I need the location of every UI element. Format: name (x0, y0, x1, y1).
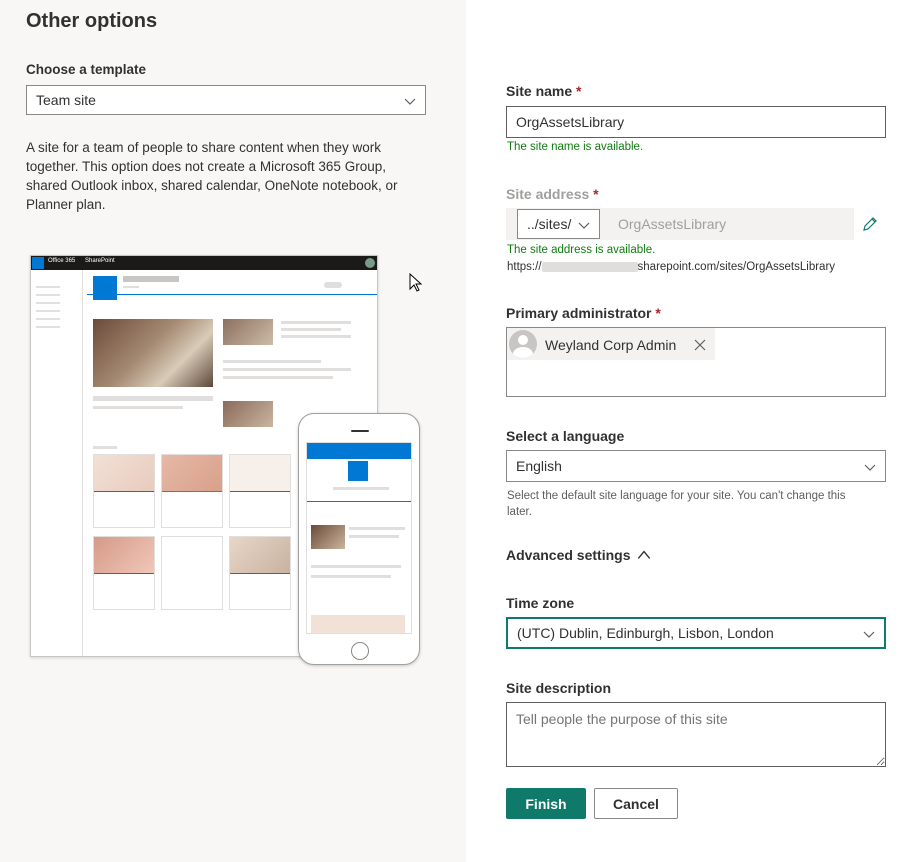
pencil-icon[interactable] (862, 216, 878, 232)
chevron-up-icon (638, 550, 651, 559)
news-image-2 (223, 401, 273, 427)
left-panel: Other options Choose a template Team sit… (0, 0, 466, 862)
site-name-label: Site name * (506, 83, 582, 99)
mobile-preview (298, 413, 420, 665)
news-image (223, 319, 273, 345)
site-address-value: OrgAssetsLibrary (618, 216, 727, 232)
advanced-settings-toggle[interactable]: Advanced settings (506, 547, 652, 563)
time-zone-dropdown[interactable]: (UTC) Dublin, Edinburgh, Lisbon, London (506, 617, 886, 649)
chevron-down-icon (404, 98, 416, 105)
template-preview-illustration: Office 365 SharePoint (30, 255, 422, 667)
redacted-tenant (541, 261, 638, 272)
language-value: English (516, 458, 562, 474)
site-name-value: OrgAssetsLibrary (516, 114, 625, 130)
site-description-input[interactable] (506, 702, 886, 767)
language-label: Select a language (506, 428, 625, 444)
advanced-settings-label: Advanced settings (506, 547, 631, 563)
site-address-status: The site address is available. (507, 244, 656, 256)
language-help: Select the default site language for you… (507, 490, 846, 518)
template-description: A site for a team of people to share con… (26, 140, 398, 212)
avatar-icon (365, 258, 375, 268)
avatar-icon (509, 330, 537, 358)
app-name: SharePoint (85, 258, 115, 264)
persona-name: Weyland Corp Admin (545, 337, 677, 353)
finish-button[interactable]: Finish (506, 788, 586, 819)
page-heading: Other options (26, 10, 158, 32)
suite-name: Office 365 (48, 258, 76, 264)
template-dropdown[interactable]: Team site (26, 85, 426, 115)
site-address-label: Site address * (506, 186, 599, 202)
suite-bar: Office 365 SharePoint (31, 256, 377, 270)
hero-image (93, 319, 213, 387)
primary-admin-label: Primary administrator * (506, 305, 661, 321)
site-name-status: The site name is available. (507, 141, 644, 153)
chevron-down-icon (864, 464, 876, 471)
site-address-prefix-dropdown[interactable]: ../sites/ (517, 209, 600, 239)
chevron-down-icon (578, 222, 590, 229)
chevron-down-icon (863, 631, 875, 638)
home-button (351, 642, 369, 660)
waffle-icon (32, 257, 44, 269)
language-dropdown[interactable]: English (506, 450, 886, 482)
time-zone-value: (UTC) Dublin, Edinburgh, Lisbon, London (517, 625, 774, 641)
template-value: Team site (36, 92, 96, 108)
mouse-cursor-icon (409, 273, 423, 292)
site-address-url: https://sharepoint.com/sites/OrgAssetsLi… (507, 261, 836, 273)
site-address-prefix-value: ../sites/ (527, 216, 572, 232)
time-zone-label: Time zone (506, 595, 575, 611)
close-icon[interactable] (693, 338, 707, 352)
site-logo (93, 276, 117, 300)
cancel-button[interactable]: Cancel (594, 788, 678, 819)
template-label: Choose a template (26, 62, 147, 77)
site-name-input[interactable]: OrgAssetsLibrary (506, 106, 886, 138)
site-description-label: Site description (506, 680, 612, 696)
